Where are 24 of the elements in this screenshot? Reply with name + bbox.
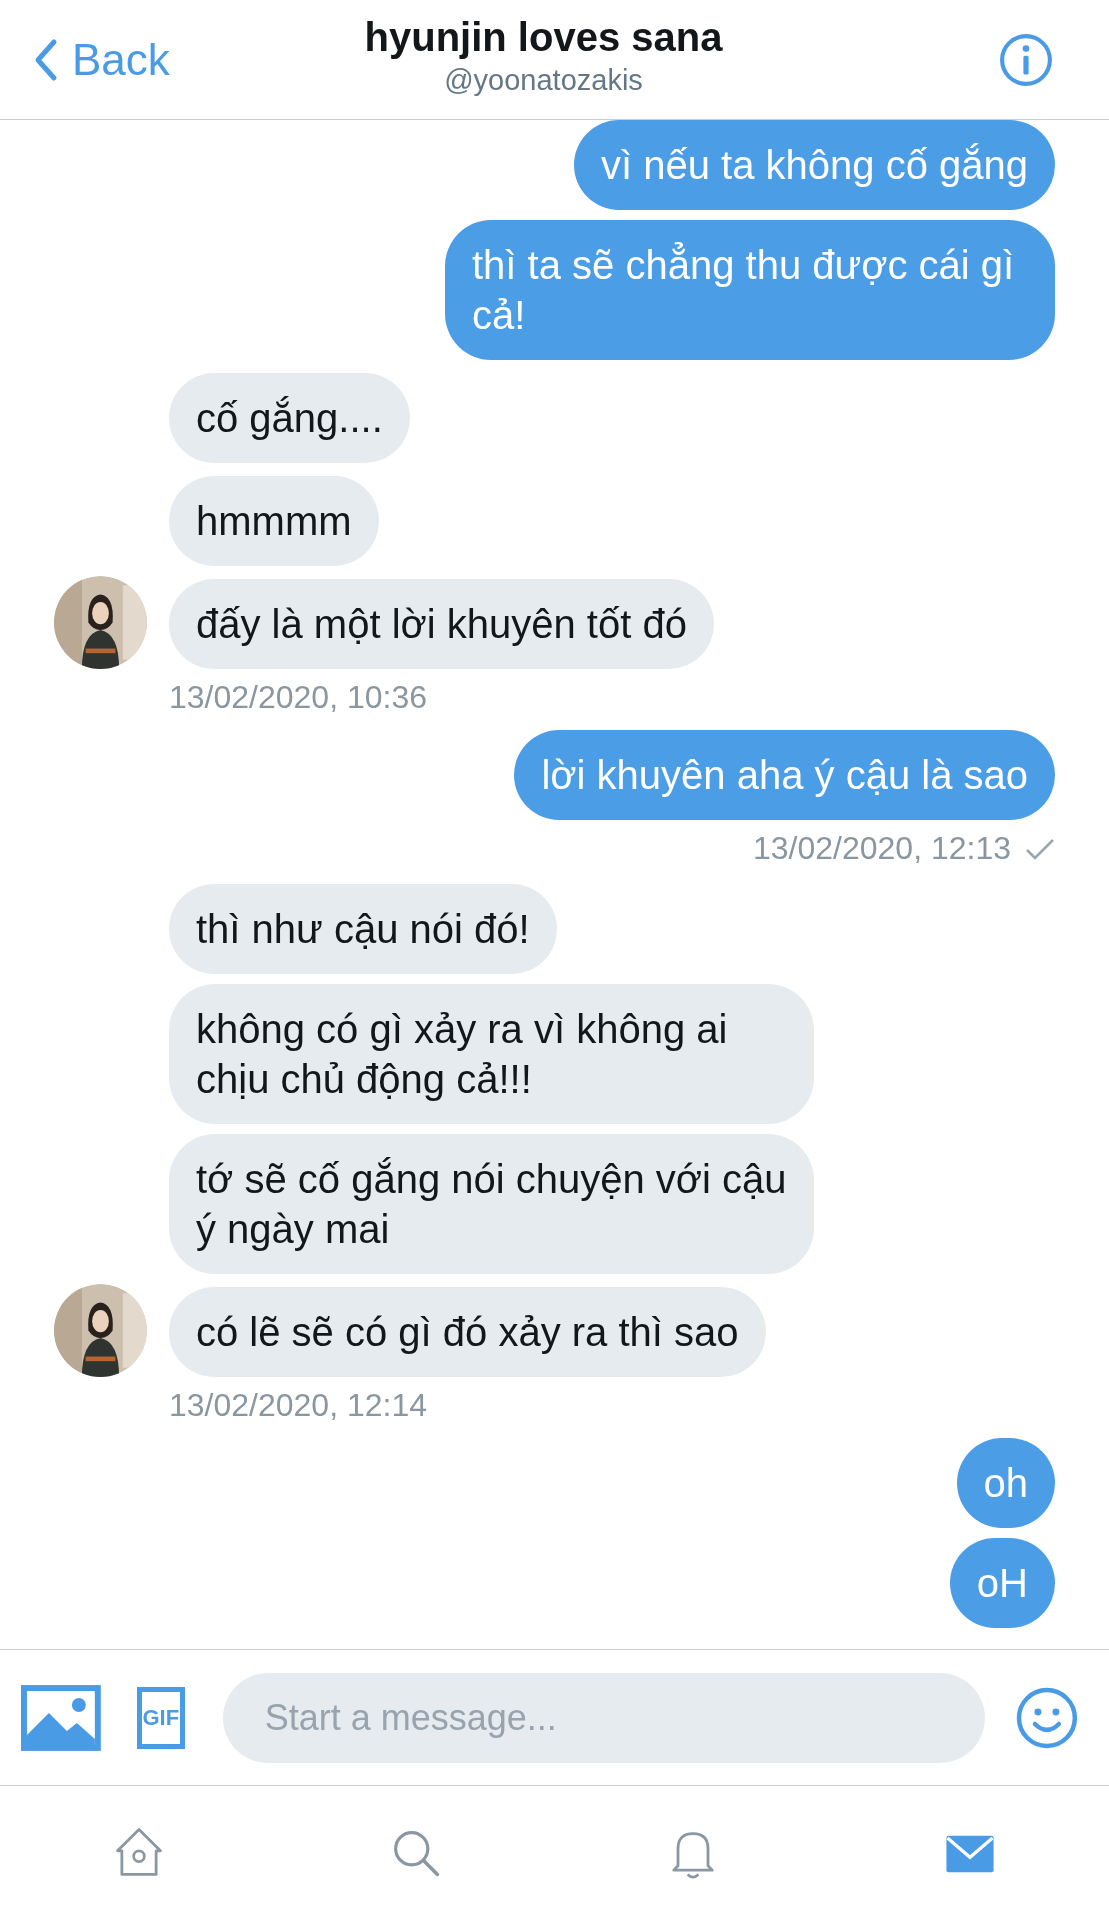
back-chevron-icon — [34, 36, 58, 83]
message-bubble: oh — [956, 1438, 1055, 1528]
image-icon[interactable] — [21, 1684, 101, 1751]
message-bubble: có lẽ sẽ có gì đó xảy ra thì sao — [169, 1287, 766, 1377]
message-bubble: oH — [949, 1538, 1055, 1628]
username: @yoonatozakis — [444, 63, 643, 97]
info-icon[interactable] — [999, 32, 1053, 87]
gif-button[interactable]: GIF — [136, 1686, 185, 1749]
timestamp: 13/02/2020, 10:36 — [169, 679, 427, 716]
conversation-title: hyunjin loves sana — [364, 14, 723, 60]
message-bubble: không có gì xảy ra vì không ai chịu chủ động cả!!! — [169, 984, 814, 1124]
message-bubble: vì nếu ta không cố gắng — [574, 120, 1055, 210]
message-bubble: tớ sẽ cố gắng nói chuyện với cậu ý ngày mai — [169, 1134, 814, 1274]
message-bubble: cố gắng.... — [169, 373, 410, 463]
message-bubble: đấy là một lời khuyên tốt đó — [169, 579, 714, 669]
message-bubble: thì như cậu nói đó! — [169, 884, 557, 974]
timestamp: 13/02/2020, 12:14 — [169, 1387, 427, 1424]
message-bubble: thì ta sẽ chẳng thu được cái gì cả! — [445, 220, 1055, 360]
message-bubble: hmmmm — [169, 476, 379, 566]
smiley-icon[interactable] — [1015, 1685, 1079, 1750]
message-field[interactable]: Start a message... — [222, 1672, 986, 1763]
timestamp: 13/02/2020, 12:13 — [753, 830, 1011, 867]
message-bubble: lời khuyên aha ý cậu là sao — [514, 730, 1055, 820]
back-button[interactable]: Back — [34, 34, 234, 85]
